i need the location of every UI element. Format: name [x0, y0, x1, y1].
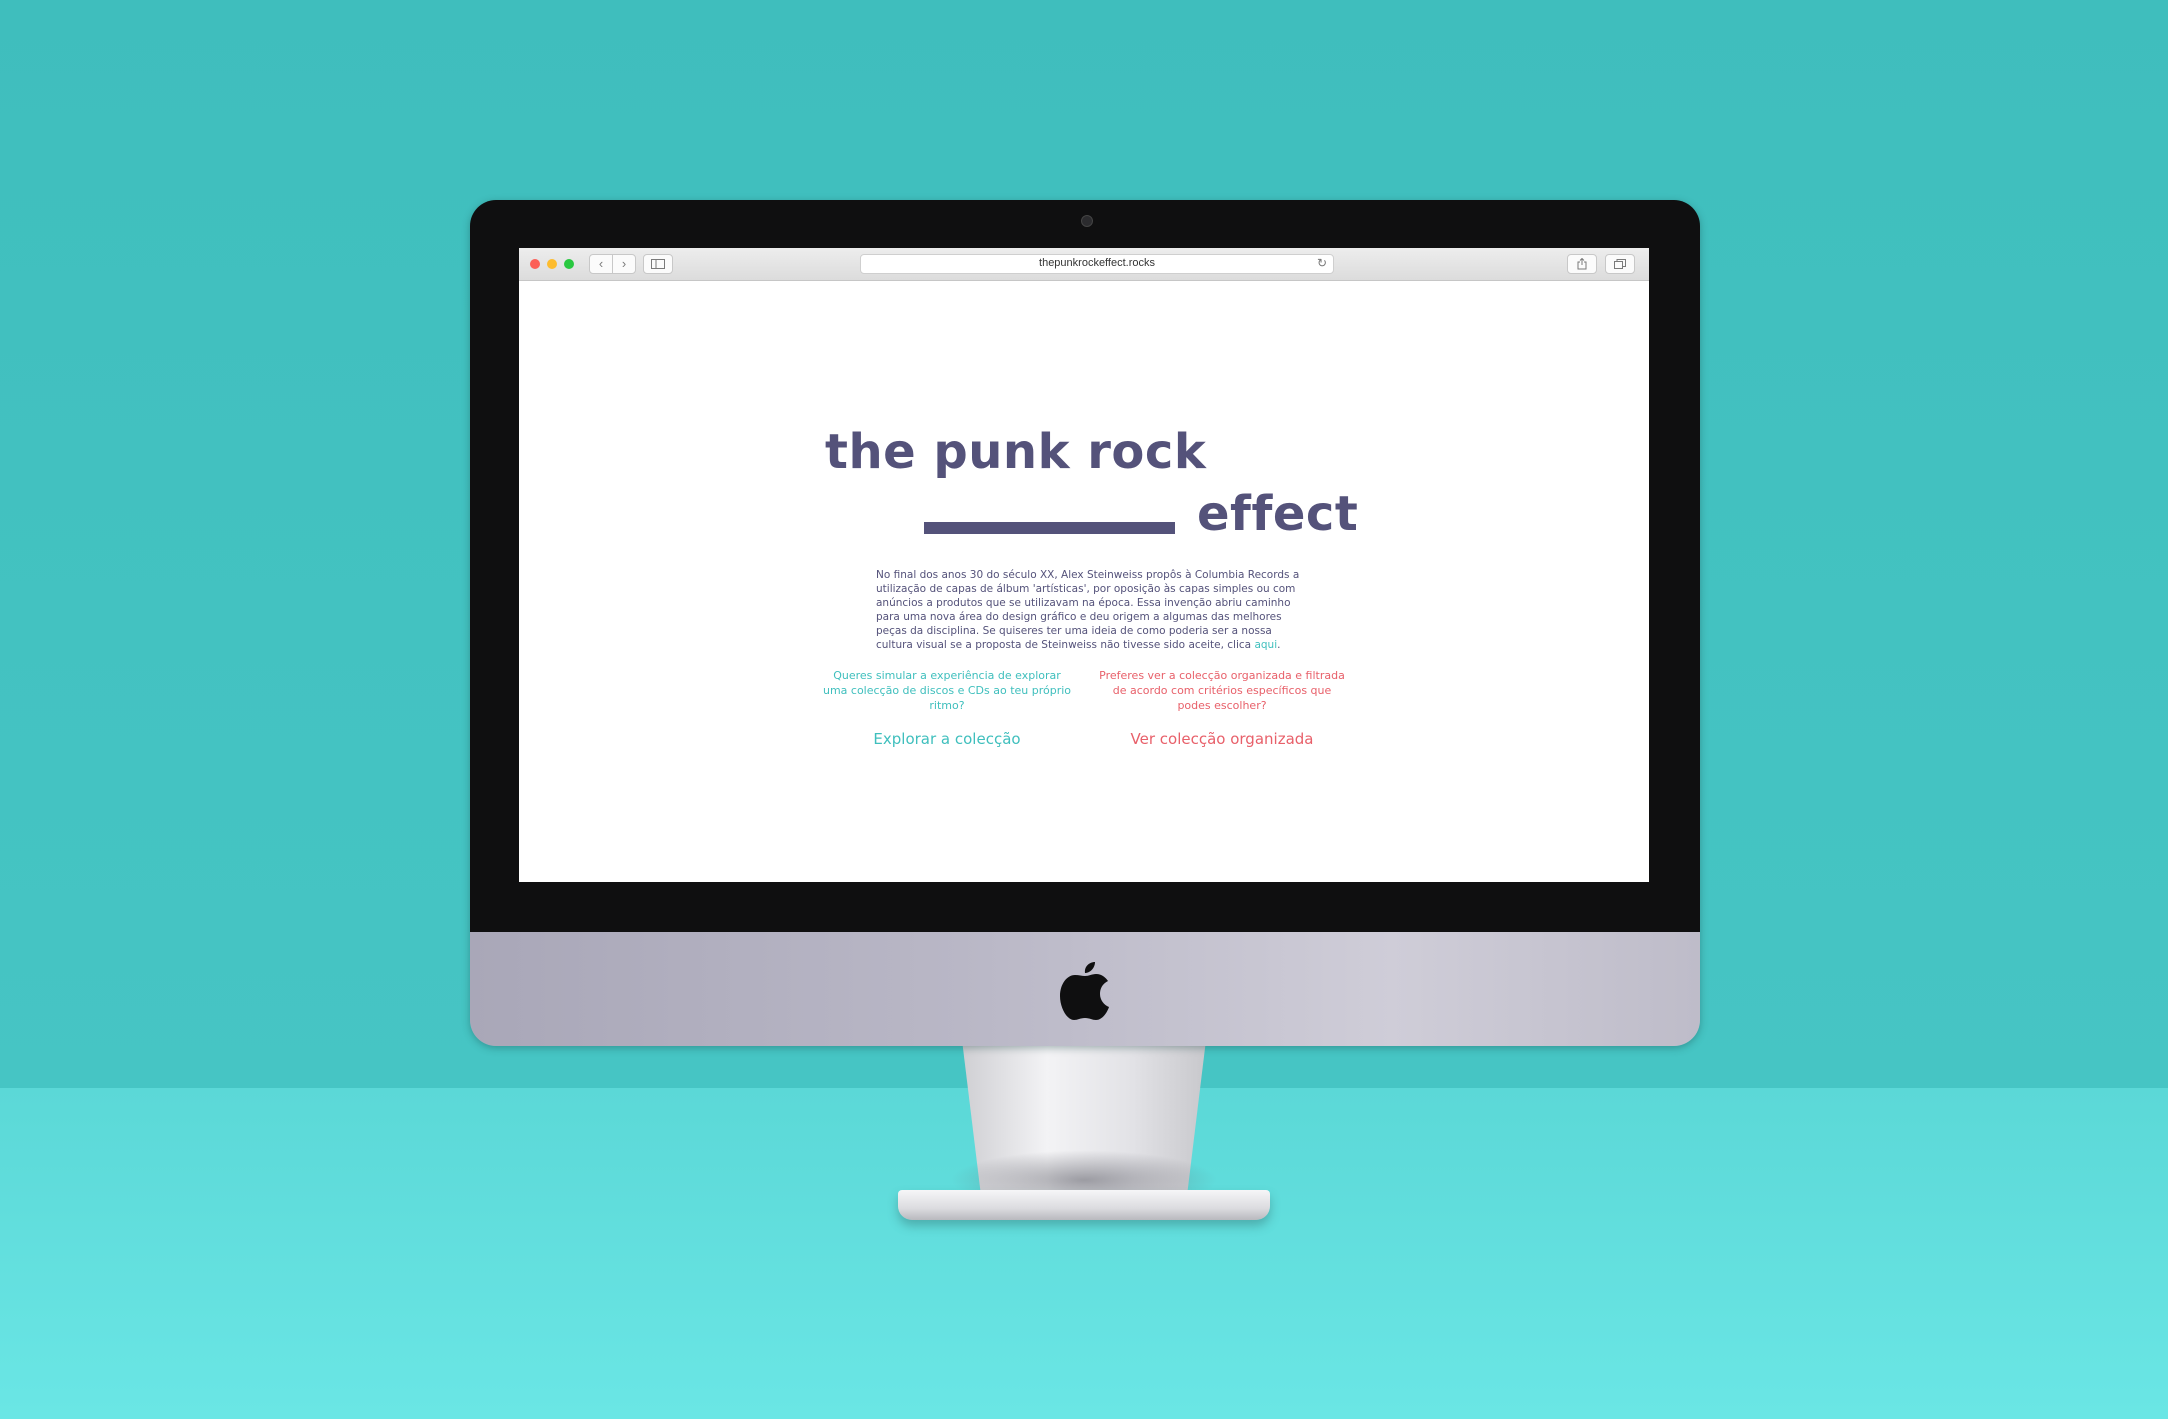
reload-icon[interactable]: ↻ — [1317, 256, 1327, 270]
sidebar-toggle-button[interactable] — [643, 254, 673, 274]
monitor-bezel: ‹ › thepunkrockeffect.rocks ↻ the punk r… — [470, 200, 1700, 932]
page-title-line-2: effect — [1197, 486, 1359, 542]
organized-question: Preferes ver a colecção organizada e fil… — [1099, 669, 1345, 712]
monitor-stand-base — [898, 1190, 1270, 1220]
page-title-line-1: the punk rock — [825, 424, 1207, 480]
explore-column: Queres simular a experiência de explorar… — [822, 668, 1072, 748]
forward-button[interactable]: › — [612, 254, 636, 274]
maximize-window-button[interactable] — [564, 259, 574, 269]
intro-text: No final dos anos 30 do século XX, Alex … — [876, 569, 1300, 651]
monitor-chin — [470, 932, 1700, 1046]
explore-collection-link[interactable]: Explorar a colecção — [822, 730, 1072, 748]
url-text: thepunkrockeffect.rocks — [1039, 257, 1155, 269]
imac-monitor: ‹ › thepunkrockeffect.rocks ↻ the punk r… — [470, 200, 1700, 1046]
sidebar-icon — [651, 259, 665, 269]
intro-paragraph: No final dos anos 30 do século XX, Alex … — [876, 568, 1308, 652]
minimize-window-button[interactable] — [547, 259, 557, 269]
intro-here-link[interactable]: aqui — [1254, 639, 1277, 651]
share-button[interactable] — [1567, 254, 1597, 274]
camera-icon — [1081, 215, 1093, 227]
explore-question: Queres simular a experiência de explorar… — [822, 669, 1072, 712]
address-bar[interactable]: thepunkrockeffect.rocks ↻ — [860, 254, 1334, 274]
back-button[interactable]: ‹ — [589, 254, 613, 274]
chevron-right-icon: › — [621, 256, 627, 271]
organized-collection-link[interactable]: Ver colecção organizada — [1097, 730, 1347, 748]
chevron-left-icon: ‹ — [598, 256, 604, 271]
tabs-icon — [1614, 259, 1626, 269]
apple-logo-icon — [1060, 962, 1109, 1020]
browser-toolbar: ‹ › thepunkrockeffect.rocks ↻ — [519, 248, 1649, 281]
intro-text-end: . — [1277, 639, 1281, 651]
close-window-button[interactable] — [530, 259, 540, 269]
browser-window: ‹ › thepunkrockeffect.rocks ↻ the punk r… — [519, 248, 1649, 882]
organized-column: Preferes ver a colecção organizada e fil… — [1097, 668, 1347, 748]
tabs-overview-button[interactable] — [1605, 254, 1635, 274]
title-underline-bar — [924, 522, 1175, 534]
share-icon — [1577, 257, 1587, 270]
